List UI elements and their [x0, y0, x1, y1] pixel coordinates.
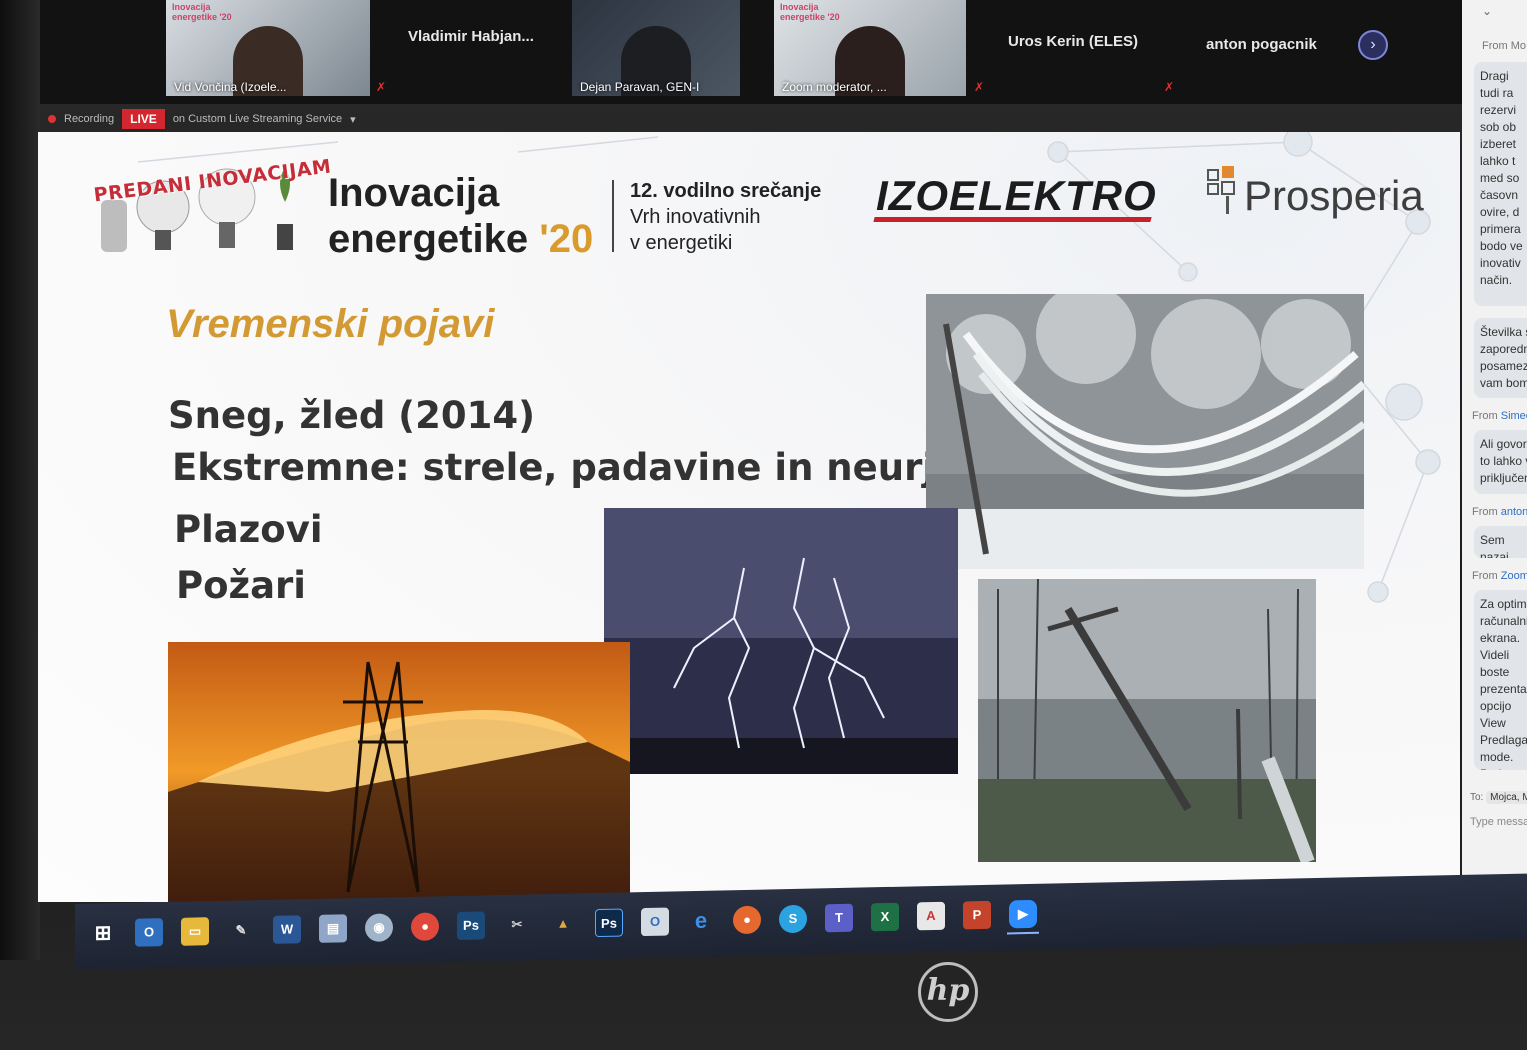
skype-icon[interactable]: S [779, 904, 807, 934]
edge-icon[interactable]: e [687, 907, 715, 936]
file-explorer-icon[interactable]: ▭ [181, 917, 209, 946]
photo-fire-tower [168, 642, 630, 902]
hp-logo: hp [918, 962, 978, 1022]
photoshop-icon[interactable]: Ps [595, 908, 623, 938]
bullet-item: Plazovi [174, 508, 323, 551]
chat-message: Številka s zaporedn posamez vam bom [1474, 318, 1527, 398]
photo-fallen-pole [978, 579, 1316, 862]
izoelektro-underline [873, 217, 1152, 222]
participant-tile[interactable]: Inovacija energetike '20 Zoom moderator,… [774, 0, 966, 96]
acrobat-icon[interactable]: A [917, 901, 945, 931]
matlab-icon[interactable]: ▲ [549, 909, 577, 938]
prosperia-mark-icon [1207, 166, 1235, 214]
event-line-3: v energetiki [630, 232, 733, 254]
title-divider [612, 180, 614, 252]
chat-sender[interactable]: Zoom m [1501, 570, 1527, 582]
chat-from-prefix: From [1472, 506, 1498, 518]
chevron-down-icon[interactable]: ⌄ [1482, 4, 1492, 18]
recording-dot-icon [48, 115, 56, 123]
tile-slide-title: Inovacija energetike '20 [780, 2, 840, 22]
chat-from-label: From Zoom m [1472, 570, 1527, 582]
tile-slide-title: Inovacija energetike '20 [172, 2, 232, 22]
participant-name: Vid Vončina (Izoele... [174, 80, 287, 94]
bullet-item: Sneg, žled (2014) [168, 394, 535, 437]
mic-muted-icon: ✗ [376, 80, 387, 94]
active-app-indicator [1007, 931, 1039, 935]
photo-ice-power-lines [926, 294, 1364, 569]
chat-message: Sem nazaj, [1474, 526, 1527, 558]
bullet-item: Požari [176, 564, 306, 607]
participant-name[interactable]: anton pogacnik [1206, 36, 1317, 53]
recording-bar: Recording LIVE on Custom Live Streaming … [48, 108, 356, 130]
word-icon[interactable]: W [273, 915, 301, 944]
app-tool-icon[interactable]: ✂ [503, 910, 531, 939]
notepad-icon[interactable]: ▤ [319, 914, 347, 943]
chat-sender[interactable]: Simeon [1501, 410, 1527, 422]
recording-label[interactable]: Recording [64, 113, 114, 125]
event-line-2: Vrh inovativnih [630, 206, 761, 228]
chat-recipient-row: To: Mojca, MOD [1470, 791, 1527, 804]
participant-tile[interactable]: Inovacija energetike '20 Vid Vončina (Iz… [166, 0, 370, 96]
participant-name: Zoom moderator, ... [782, 80, 887, 94]
chat-message-input[interactable]: Type message he [1470, 816, 1527, 828]
chat-message: Ali govori to lahko v priključeni [1474, 430, 1527, 494]
chat-to-label: To: [1470, 792, 1484, 803]
brand-year: '20 [539, 217, 594, 261]
chat-message: Dragi tudi ra rezervi sob ob izberet lah… [1474, 62, 1527, 306]
chrome-icon[interactable]: ● [411, 912, 439, 941]
event-line-1: 12. vodilno srečanje [630, 180, 822, 202]
participant-name[interactable]: Uros Kerin (ELES) [1008, 33, 1138, 50]
participant-tile[interactable]: Dejan Paravan, GEN-I [572, 0, 740, 96]
photoshop-icon[interactable]: Ps [457, 911, 485, 940]
outlook-icon[interactable]: O [135, 918, 163, 947]
chat-sender[interactable]: anton p [1501, 506, 1527, 518]
chevron-right-icon[interactable]: › [1358, 30, 1388, 60]
chat-from-prefix: From [1472, 570, 1498, 582]
app-icon[interactable]: ◉ [365, 913, 393, 942]
chat-from-prefix: From [1472, 410, 1498, 422]
participant-name: Dejan Paravan, GEN-I [580, 80, 700, 94]
mic-muted-icon: ✗ [1164, 80, 1175, 94]
powerpoint-icon[interactable]: P [963, 900, 991, 930]
chat-from-label: From Simeon [1472, 410, 1527, 422]
monitor-bezel-left [0, 0, 40, 960]
brand-line-1: Inovacija [328, 171, 500, 215]
chat-panel: ⌄ From Mo Dragi tudi ra rezervi sob ob i… [1462, 0, 1527, 900]
windows-start-icon[interactable]: ⊞ [89, 919, 117, 948]
slide-heading: Vremenski pojavi [166, 302, 495, 346]
outlook-icon[interactable]: O [641, 907, 669, 937]
chevron-down-icon[interactable]: ▾ [350, 113, 356, 126]
event-info: 12. vodilno srečanje Vrh inovativnih v e… [630, 178, 821, 256]
chat-from-label: From anton p [1472, 506, 1527, 518]
zoom-icon[interactable]: ▶ [1009, 899, 1037, 929]
pen-icon[interactable]: ✎ [227, 916, 255, 945]
live-badge[interactable]: LIVE [122, 109, 165, 129]
chat-from-label: From Mo [1482, 40, 1526, 52]
stream-label[interactable]: on Custom Live Streaming Service [173, 113, 342, 125]
mic-muted-icon: ✗ [974, 80, 985, 94]
brand-line-2: energetike [328, 217, 529, 261]
participant-strip: Inovacija energetike '20 Vid Vončina (Iz… [40, 0, 1480, 104]
chat-recipient-dropdown[interactable]: Mojca, MOD [1486, 791, 1527, 804]
chat-message: Za optimal računalniku ekrana. Videli bo… [1474, 590, 1527, 770]
sponsor-izoelektro-logo: IZOELEKTRO [876, 172, 1157, 219]
firefox-icon[interactable]: ● [733, 905, 761, 935]
event-brand-title: Inovacija energetike '20 [328, 170, 593, 262]
photo-lightning [604, 508, 958, 774]
bullet-item: Ekstremne: strele, padavine in neurja [172, 446, 960, 489]
participant-name[interactable]: Vladimir Habjan... [408, 28, 534, 45]
teams-icon[interactable]: T [825, 903, 853, 933]
excel-icon[interactable]: X [871, 902, 899, 932]
shared-slide: PREDANI INOVACIJAM Inovacija energetike … [38, 132, 1460, 902]
sponsor-prosperia-logo: Prosperia [1244, 172, 1424, 219]
